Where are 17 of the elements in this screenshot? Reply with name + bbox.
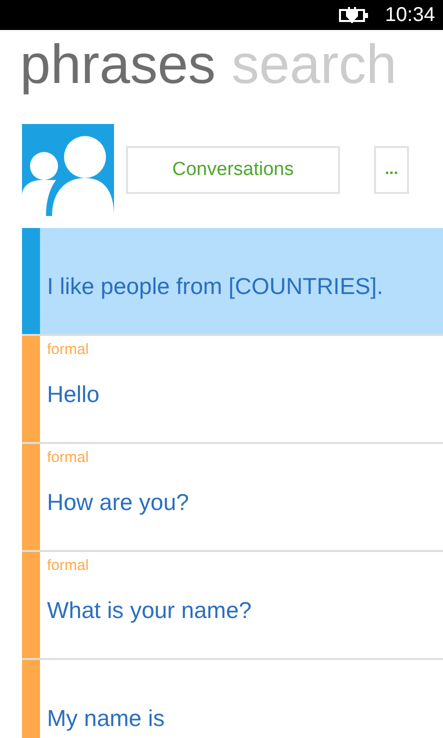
phrase-tag: formal <box>47 555 443 575</box>
phrase-text: Hello <box>47 380 100 409</box>
phrase-text: I like people from [COUNTRIES]. <box>47 272 384 301</box>
phrase-tag: formal <box>47 447 443 467</box>
people-icon <box>22 124 114 216</box>
phrase-item[interactable]: formal What is your name? <box>22 552 443 660</box>
battery-charging-icon <box>338 7 369 23</box>
phrase-text: How are you? <box>47 488 190 517</box>
phrase-tag: formal <box>47 339 443 359</box>
more-button[interactable]: ... <box>374 146 409 194</box>
phrase-item[interactable]: I like people from [COUNTRIES]. <box>22 228 443 336</box>
phrase-text: What is your name? <box>47 596 253 625</box>
phrase-text: My name is <box>47 704 166 733</box>
phrase-item[interactable]: formal Hello <box>22 336 443 444</box>
conversations-button[interactable]: Conversations <box>126 146 340 194</box>
clock-time: 10:34 <box>384 3 435 28</box>
phrase-item[interactable]: formal How are you? <box>22 444 443 552</box>
